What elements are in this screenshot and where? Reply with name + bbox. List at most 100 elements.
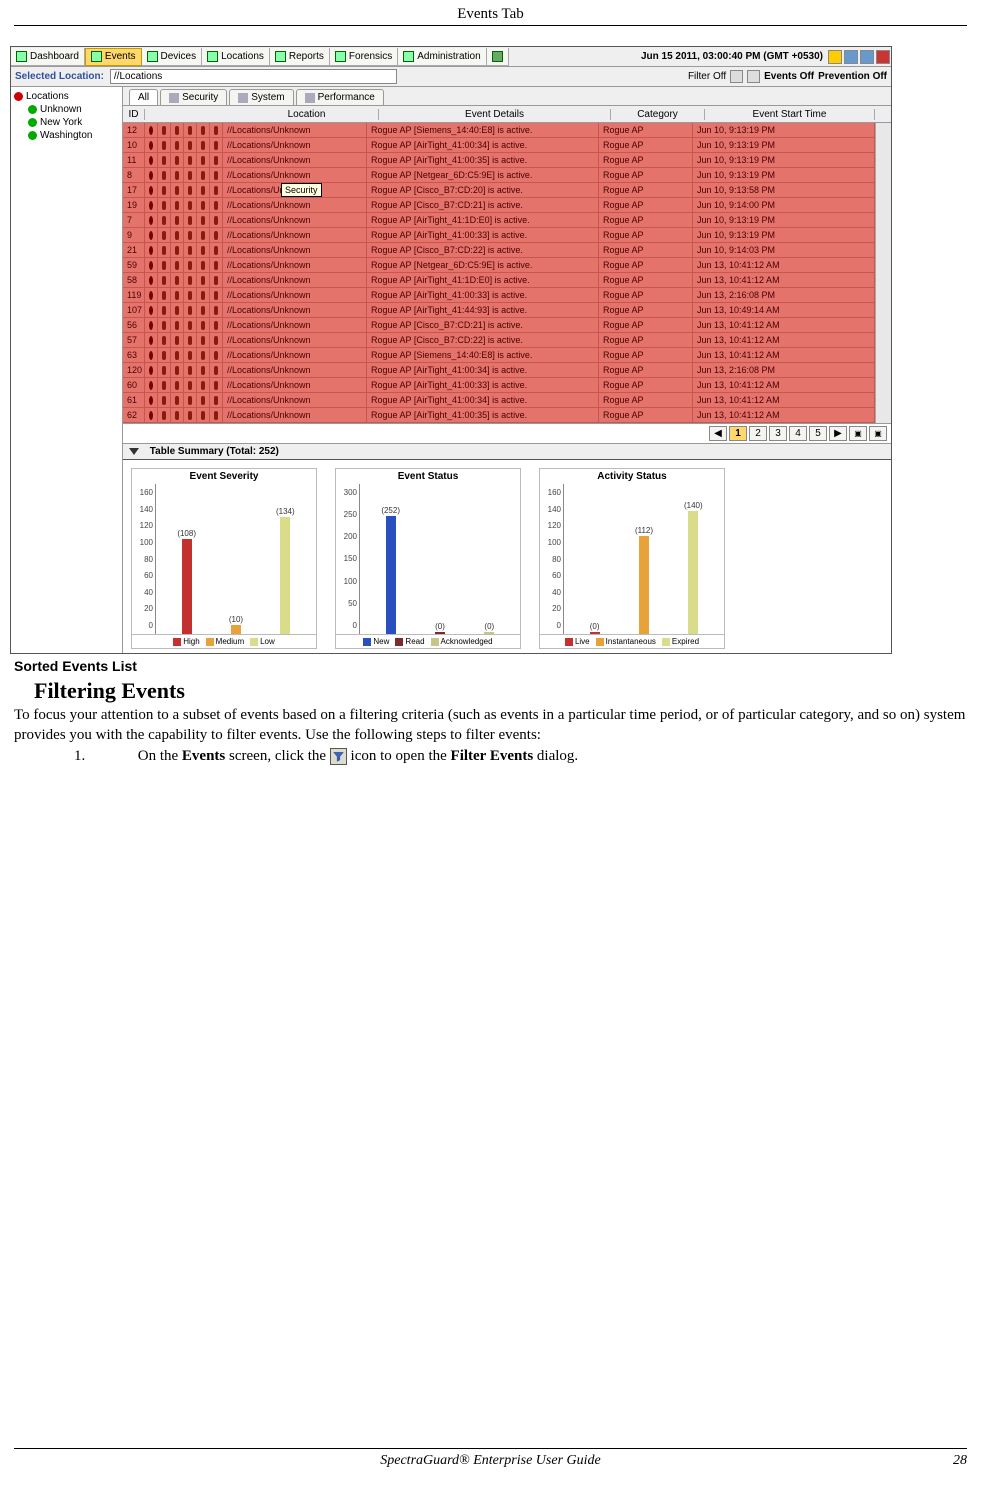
row-action-icon[interactable] <box>162 351 166 360</box>
table-row[interactable]: 58//Locations/UnknownRogue AP [AirTight_… <box>123 273 875 288</box>
table-row[interactable]: 9//Locations/UnknownRogue AP [AirTight_4… <box>123 228 875 243</box>
row-action-icon[interactable] <box>214 126 218 135</box>
events-icon[interactable] <box>747 70 760 83</box>
row-action-icon[interactable] <box>162 396 166 405</box>
row-action-icon[interactable] <box>201 171 205 180</box>
row-action-icon[interactable] <box>162 171 166 180</box>
table-row[interactable]: 59//Locations/UnknownRogue AP [Netgear_6… <box>123 258 875 273</box>
subtab-system[interactable]: System <box>229 89 293 105</box>
table-row[interactable]: 8//Locations/UnknownRogue AP [Netgear_6D… <box>123 168 875 183</box>
pager-page[interactable]: 3 <box>769 426 787 441</box>
row-action-icon[interactable] <box>162 186 166 195</box>
row-action-icon[interactable] <box>214 351 218 360</box>
location-tree[interactable]: Locations UnknownNew YorkWashington <box>11 87 123 653</box>
row-action-icon[interactable] <box>214 186 218 195</box>
row-action-icon[interactable] <box>214 201 218 210</box>
go-last-icon[interactable]: ▣ <box>869 426 887 441</box>
toolbar-mini-icon-0[interactable] <box>828 50 842 64</box>
row-action-icon[interactable] <box>162 276 166 285</box>
row-action-icon[interactable] <box>201 336 205 345</box>
row-action-icon[interactable] <box>188 306 192 315</box>
row-action-icon[interactable] <box>175 141 179 150</box>
row-action-icon[interactable] <box>201 306 205 315</box>
row-action-icon[interactable] <box>162 231 166 240</box>
pager-page[interactable]: 1 <box>729 426 747 441</box>
row-action-icon[interactable] <box>175 291 179 300</box>
filter-icon[interactable] <box>730 70 743 83</box>
row-action-icon[interactable] <box>175 381 179 390</box>
row-action-icon[interactable] <box>188 126 192 135</box>
pager-page[interactable]: 2 <box>749 426 767 441</box>
row-action-icon[interactable] <box>201 231 205 240</box>
nav-tab-devices[interactable]: Devices <box>142 48 203 66</box>
table-row[interactable]: 62//Locations/UnknownRogue AP [AirTight_… <box>123 408 875 423</box>
row-action-icon[interactable] <box>214 381 218 390</box>
row-action-icon[interactable] <box>188 411 192 420</box>
pager-page[interactable]: 4 <box>789 426 807 441</box>
row-action-icon[interactable] <box>162 156 166 165</box>
row-action-icon[interactable] <box>188 276 192 285</box>
row-action-icon[interactable] <box>162 321 166 330</box>
row-action-icon[interactable] <box>162 381 166 390</box>
subtab-all[interactable]: All <box>129 89 158 105</box>
row-action-icon[interactable] <box>201 291 205 300</box>
table-row[interactable]: 120//Locations/UnknownRogue AP [AirTight… <box>123 363 875 378</box>
row-action-icon[interactable] <box>201 156 205 165</box>
collapse-arrow-icon[interactable] <box>129 448 139 455</box>
row-action-icon[interactable] <box>214 231 218 240</box>
row-action-icon[interactable] <box>162 201 166 210</box>
row-action-icon[interactable] <box>188 336 192 345</box>
row-action-icon[interactable] <box>214 276 218 285</box>
row-action-icon[interactable] <box>162 246 166 255</box>
row-action-icon[interactable] <box>162 141 166 150</box>
toolbar-mini-icon-1[interactable] <box>844 50 858 64</box>
row-action-icon[interactable] <box>214 261 218 270</box>
row-action-icon[interactable] <box>214 246 218 255</box>
go-first-icon[interactable]: ▣ <box>849 426 867 441</box>
row-action-icon[interactable] <box>201 396 205 405</box>
nav-tab-events[interactable]: Events <box>85 48 142 66</box>
row-action-icon[interactable] <box>188 291 192 300</box>
tree-node[interactable]: Unknown <box>28 103 119 116</box>
row-action-icon[interactable] <box>175 156 179 165</box>
pager-prev[interactable]: ◀ <box>709 426 727 441</box>
row-action-icon[interactable] <box>162 126 166 135</box>
column-header[interactable]: ID <box>123 109 145 120</box>
row-action-icon[interactable] <box>214 396 218 405</box>
row-action-icon[interactable] <box>175 201 179 210</box>
row-action-icon[interactable] <box>214 171 218 180</box>
row-action-icon[interactable] <box>175 126 179 135</box>
nav-tab-dashboard[interactable]: Dashboard <box>11 48 85 66</box>
table-row[interactable]: 17//Locations/UnknownRogue AP [Cisco_B7:… <box>123 183 875 198</box>
row-action-icon[interactable] <box>201 216 205 225</box>
toolbar-mini-icon-2[interactable] <box>860 50 874 64</box>
table-row[interactable]: 21//Locations/UnknownRogue AP [Cisco_B7:… <box>123 243 875 258</box>
row-action-icon[interactable] <box>214 306 218 315</box>
row-action-icon[interactable] <box>175 366 179 375</box>
row-action-icon[interactable] <box>201 381 205 390</box>
row-action-icon[interactable] <box>162 336 166 345</box>
nav-tab-locations[interactable]: Locations <box>202 48 270 66</box>
table-row[interactable]: 56//Locations/UnknownRogue AP [Cisco_B7:… <box>123 318 875 333</box>
nav-tab-forensics[interactable]: Forensics <box>330 48 398 66</box>
row-action-icon[interactable] <box>188 351 192 360</box>
table-row[interactable]: 119//Locations/UnknownRogue AP [AirTight… <box>123 288 875 303</box>
subtab-security[interactable]: Security <box>160 89 227 105</box>
row-action-icon[interactable] <box>162 291 166 300</box>
row-action-icon[interactable] <box>214 156 218 165</box>
row-action-icon[interactable] <box>188 321 192 330</box>
table-row[interactable]: 107//Locations/UnknownRogue AP [AirTight… <box>123 303 875 318</box>
row-action-icon[interactable] <box>201 186 205 195</box>
column-header[interactable]: Location <box>235 109 379 120</box>
location-input[interactable] <box>110 69 397 84</box>
table-row[interactable]: 19//Locations/UnknownRogue AP [Cisco_B7:… <box>123 198 875 213</box>
row-action-icon[interactable] <box>201 141 205 150</box>
row-action-icon[interactable] <box>175 276 179 285</box>
column-header[interactable]: Event Details <box>379 109 611 120</box>
row-action-icon[interactable] <box>201 261 205 270</box>
row-action-icon[interactable] <box>201 321 205 330</box>
row-action-icon[interactable] <box>175 261 179 270</box>
row-action-icon[interactable] <box>175 216 179 225</box>
table-row[interactable]: 60//Locations/UnknownRogue AP [AirTight_… <box>123 378 875 393</box>
row-action-icon[interactable] <box>214 216 218 225</box>
